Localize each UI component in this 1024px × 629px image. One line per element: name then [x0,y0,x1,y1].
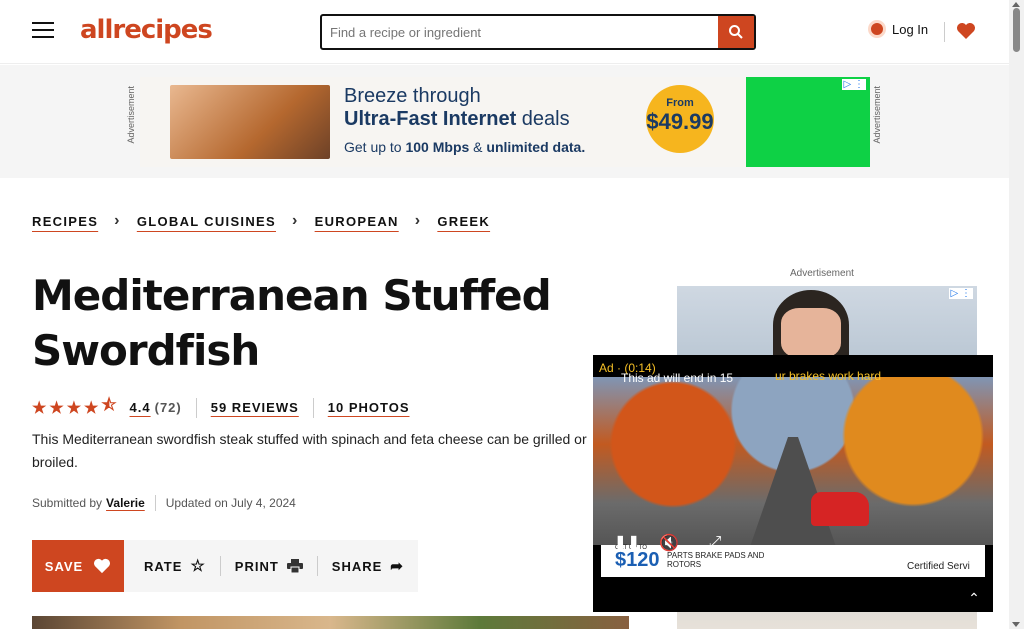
star-icon[interactable]: ★ [84,398,99,418]
submitted-by-label: Submitted by [32,496,103,510]
ad-headline-1: Breeze through [344,85,481,107]
adchoices-icon[interactable]: ▷ ⋮ [841,79,866,90]
recipe-hero-image [32,616,629,629]
reviews-link[interactable]: 59 REVIEWS [211,400,299,415]
chevron-right-icon: › [114,212,121,229]
heart-icon [957,23,975,39]
share-arrow-icon: ➦ [390,558,404,575]
page-scrollbar[interactable] [1009,0,1024,629]
search-input[interactable] [322,16,720,48]
print-button[interactable]: PRINT [235,559,303,574]
favorites-button[interactable] [956,22,976,45]
photos-link[interactable]: 10 PHOTOS [328,400,410,415]
scroll-down-arrow[interactable] [1012,622,1020,627]
divider [195,397,197,418]
star-half-icon[interactable]: ⯪ [101,394,117,421]
divider [219,556,221,576]
save-label: SAVE [44,558,84,574]
breadcrumb-european[interactable]: EUROPEAN [315,214,399,229]
print-label: PRINT [234,558,279,574]
video-top-bar: Ad · (0:14) ur brakes work hard This ad … [593,355,993,385]
printer-icon [286,559,303,573]
divider [312,397,314,418]
close-video-icon[interactable]: ⌃ [963,588,985,608]
star-icon[interactable]: ★ [49,398,64,418]
site-header: allrecipes Log In [0,0,1009,64]
ad-label-right: Advertisement [872,86,882,144]
author-link[interactable]: Valerie [106,496,145,510]
star-icon[interactable]: ★ [32,398,47,418]
recipe-actions: SAVE RATE ☆ PRINT SHARE ➦ [32,540,418,592]
video-headline: ur brakes work hard [775,369,882,383]
share-label: SHARE [331,558,383,574]
divider [316,556,318,576]
login-button[interactable]: Log In [868,20,928,38]
breadcrumb-global-cuisines[interactable]: GLOBAL CUISINES [137,214,276,229]
search-button[interactable] [718,16,754,48]
rating-row: ★ ★ ★ ★ ⯪ 4.4 (72) 59 REVIEWS 10 PHOTOS [32,394,410,421]
heart-icon [94,558,111,574]
user-icon [868,20,886,38]
right-ad-label: Advertisement [790,268,854,279]
scroll-up-arrow[interactable] [1012,2,1020,7]
star-outline-icon: ☆ [190,558,206,575]
recipe-description: This Mediterranean swordfish steak stuff… [32,431,587,470]
pause-icon[interactable]: ❚❚ [613,531,641,555]
recipe-title: Mediterranean Stuffed Swordfish [32,271,552,375]
video-frame [593,377,993,567]
updated-date: Updated on July 4, 2024 [165,496,296,510]
ad-price-badge: From $49.99 [646,85,714,153]
breadcrumb-greek[interactable]: GREEK [437,214,490,229]
ad-person-face [781,308,841,358]
rate-label: RATE [144,558,183,574]
ad-green-panel [746,77,870,167]
ad-image [170,85,330,159]
chevron-right-icon: › [414,212,422,229]
rating-count: (72) [154,400,182,415]
breadcrumb-recipes[interactable]: RECIPES [32,214,98,229]
menu-icon[interactable] [32,22,54,40]
site-logo[interactable]: allrecipes [80,15,213,45]
recipe-meta: Submitted by Valerie Updated on July 4, … [32,495,296,511]
search-icon [729,25,743,39]
chevron-right-icon: › [291,212,299,229]
adchoices-icon[interactable]: ▷ ⋮ [948,288,973,299]
rate-button[interactable]: RATE ☆ [144,556,206,576]
video-car [811,492,869,526]
breadcrumb: RECIPES › GLOBAL CUISINES › EUROPEAN › G… [32,212,490,230]
save-button[interactable]: SAVE [32,540,124,592]
star-icon[interactable]: ★ [67,398,82,418]
divider [154,495,156,511]
top-ad-banner[interactable]: Breeze through Ultra-Fast Internet deals… [140,77,870,167]
search-bar [320,14,756,50]
fullscreen-icon[interactable]: ⤢ [701,531,729,555]
ad-end-message: This ad will end in 15 [621,371,734,385]
ad-label-left: Advertisement [126,86,136,144]
header-divider [944,22,945,42]
scrollbar-thumb[interactable] [1013,8,1020,52]
promo-certified: Certified Servi [907,561,970,572]
video-ad-player[interactable]: Ad · (0:14) ur brakes work hard This ad … [593,355,993,612]
ad-headline-2: Ultra-Fast Internet deals [344,108,570,130]
ad-subline: Get up to 100 Mbps & unlimited data. [344,139,586,155]
rating-value[interactable]: 4.4 [130,400,151,415]
share-button[interactable]: SHARE ➦ [332,557,404,575]
login-label: Log In [892,21,929,37]
mute-icon[interactable]: 🔇 [655,531,683,555]
